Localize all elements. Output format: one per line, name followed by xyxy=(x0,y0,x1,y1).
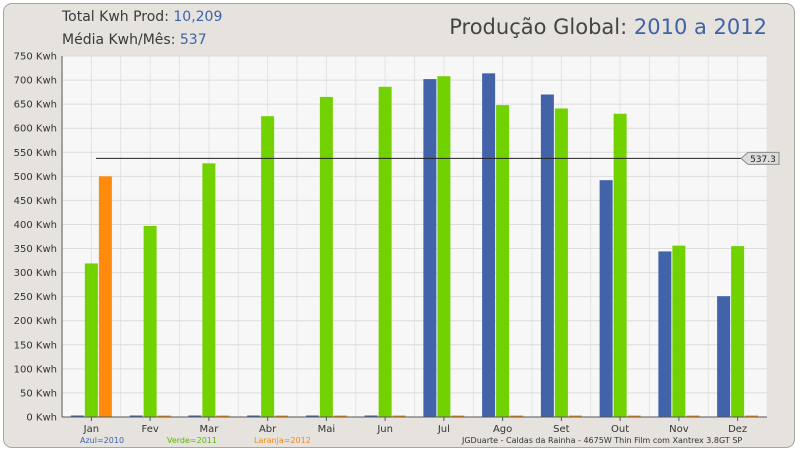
y-tick-label: 50 Kwh xyxy=(20,388,57,399)
x-tick-label: Jun xyxy=(376,424,393,435)
y-tick-label: 350 Kwh xyxy=(14,244,57,255)
x-tick-label: Ago xyxy=(493,424,512,435)
x-tick-label: Mar xyxy=(199,424,219,435)
bar xyxy=(672,245,686,417)
bar xyxy=(496,105,510,417)
bar xyxy=(423,79,437,417)
x-tick-label: Abr xyxy=(259,424,277,435)
bar xyxy=(84,263,98,417)
x-tick-label: Dez xyxy=(728,424,747,435)
chart-footnote: JGDuarte - Caldas da Rainha - 4675W Thin… xyxy=(462,436,743,445)
bar xyxy=(261,116,275,418)
bar xyxy=(482,73,496,417)
y-tick-label: 0 Kwh xyxy=(26,413,57,424)
x-tick-label: Jan xyxy=(83,424,99,435)
bar xyxy=(378,86,392,418)
y-tick-label: 450 Kwh xyxy=(14,196,57,207)
legend-item-2012: Laranja=2012 xyxy=(254,436,311,445)
x-tick-label: Set xyxy=(553,424,570,435)
y-tick-label: 100 Kwh xyxy=(14,364,57,375)
bar xyxy=(143,225,157,417)
x-tick-label: Mai xyxy=(318,424,336,435)
y-tick-label: 300 Kwh xyxy=(14,268,57,279)
bar xyxy=(658,251,672,417)
y-tick-label: 200 Kwh xyxy=(14,316,57,327)
y-tick-label: 550 Kwh xyxy=(14,148,57,159)
y-tick-label: 650 Kwh xyxy=(14,100,57,111)
bar xyxy=(540,94,554,418)
x-tick-label: Fev xyxy=(141,424,158,435)
bar xyxy=(554,108,568,417)
y-tick-label: 600 Kwh xyxy=(14,124,57,135)
y-tick-label: 500 Kwh xyxy=(14,172,57,183)
y-tick-label: 150 Kwh xyxy=(14,340,57,351)
bar xyxy=(202,163,216,417)
bar-chart: 0 Kwh 50 Kwh 100 Kwh 150 Kwh 200 Kwh 250 Kwh 3… xyxy=(14,52,780,435)
bar xyxy=(731,246,745,417)
legend-item-2010: Azul=2010 xyxy=(80,436,125,445)
x-tick-label: Out xyxy=(611,424,629,435)
bar xyxy=(319,96,333,417)
y-tick-label: 250 Kwh xyxy=(14,292,57,303)
y-tick-label: 400 Kwh xyxy=(14,220,57,231)
x-tick-label: Nov xyxy=(669,424,689,435)
bar xyxy=(613,113,627,417)
y-tick-label: 750 Kwh xyxy=(14,52,57,63)
y-tick-label: 700 Kwh xyxy=(14,76,57,87)
x-tick-label: Jul xyxy=(437,424,450,435)
bar xyxy=(599,180,613,417)
average-value-label: 537.3 xyxy=(750,155,776,165)
bar xyxy=(437,76,451,417)
bar xyxy=(717,296,731,417)
legend-item-2011: Verde=2011 xyxy=(167,436,217,445)
bar xyxy=(98,176,112,417)
